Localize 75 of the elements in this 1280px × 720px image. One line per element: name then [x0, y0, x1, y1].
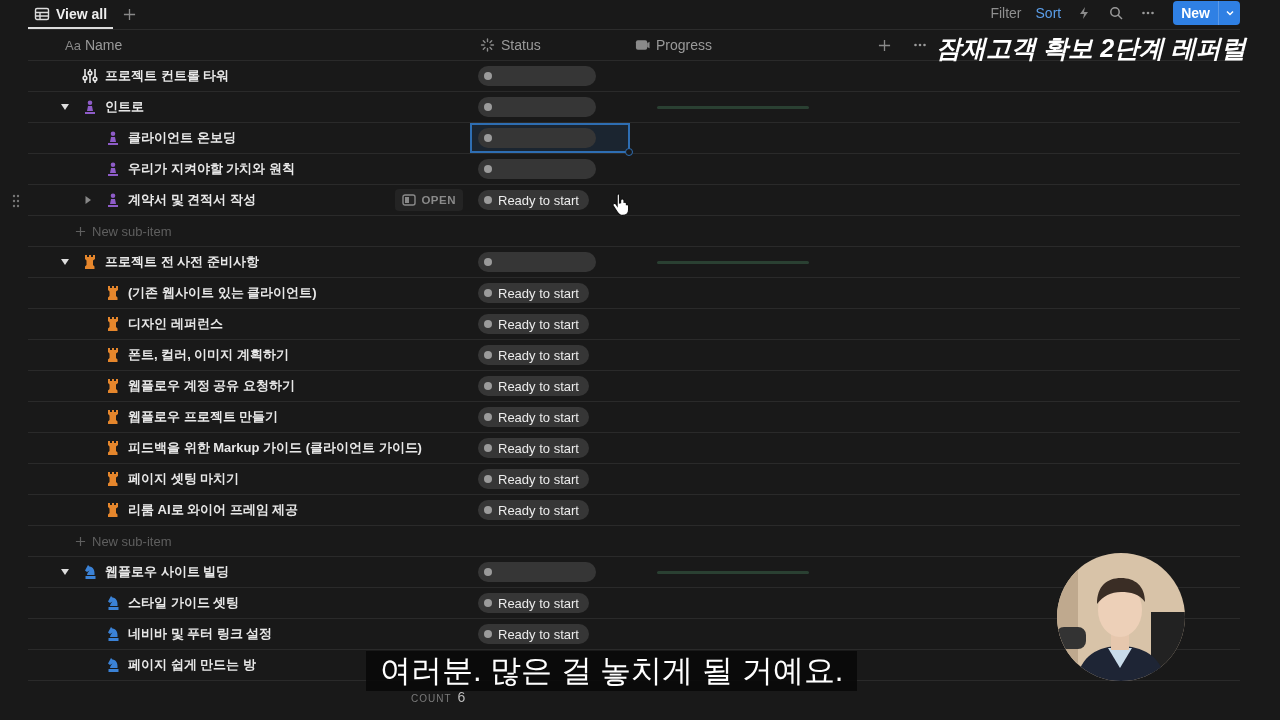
open-button[interactable]: OPEN — [395, 189, 463, 211]
add-column-icon[interactable] — [878, 38, 892, 52]
new-dropdown-button[interactable] — [1218, 0, 1240, 25]
status-pill[interactable]: Ready to start — [478, 593, 589, 613]
status-cell[interactable]: Ready to start — [470, 340, 630, 370]
status-pill[interactable]: Ready to start — [478, 283, 589, 303]
subtitle-caption: 여러분. 많은 걸 놓치게 될 거예요. — [366, 651, 858, 691]
search-icon[interactable] — [1109, 5, 1124, 20]
item-name[interactable]: 페이지 셋팅 마치기 — [128, 470, 240, 488]
item-name[interactable]: 웹플로우 계정 공유 요청하기 — [128, 377, 295, 395]
item-name[interactable]: 리룸 AI로 와이어 프레임 제공 — [128, 501, 299, 519]
add-view-icon[interactable] — [123, 8, 137, 21]
item-name[interactable]: 인트로 — [105, 98, 144, 116]
item-name[interactable]: 프로젝트 전 사전 준비사항 — [105, 253, 259, 271]
toggle-icon[interactable] — [60, 567, 70, 577]
status-cell[interactable]: Ready to start — [470, 619, 630, 649]
new-button[interactable]: New — [1173, 0, 1218, 25]
status-pill[interactable] — [478, 97, 596, 117]
item-name[interactable]: 디자인 레퍼런스 — [128, 315, 223, 333]
status-cell[interactable]: Ready to start — [470, 588, 630, 618]
status-cell[interactable]: Ready to start — [470, 309, 630, 339]
item-name[interactable]: (기존 웹사이트 있는 클라이언트) — [128, 284, 317, 302]
status-icon — [480, 38, 495, 52]
item-name[interactable]: 페이지 쉽게 만드는 방 — [128, 656, 256, 674]
column-header[interactable]: Status — [501, 37, 541, 53]
item-name[interactable]: 스타일 가이드 셋팅 — [128, 594, 240, 612]
status-pill[interactable]: Ready to start — [478, 376, 589, 396]
toggle-icon[interactable] — [60, 102, 70, 112]
count-value: 6 — [457, 689, 466, 705]
item-name[interactable]: 우리가 지켜야할 가치와 원칙 — [128, 160, 295, 178]
status-cell[interactable]: Ready to start — [470, 278, 630, 308]
status-cell[interactable]: Ready to start — [470, 495, 630, 525]
status-cell[interactable]: Ready to start — [470, 402, 630, 432]
text-property-icon: Aa — [65, 37, 81, 53]
status-pill[interactable] — [478, 66, 596, 86]
item-name[interactable]: 웹플로우 사이트 빌딩 — [105, 563, 230, 581]
item-name[interactable]: 웹플로우 프로젝트 만들기 — [128, 408, 279, 426]
status-pill[interactable]: Ready to start — [478, 469, 589, 489]
status-pill[interactable]: Ready to start — [478, 624, 589, 644]
plus-icon — [75, 225, 86, 237]
status-pill[interactable] — [478, 562, 596, 582]
item-name[interactable]: 프로젝트 컨트롤 타워 — [105, 67, 230, 85]
toggle-icon[interactable] — [83, 195, 93, 205]
status-pill[interactable]: Ready to start — [478, 438, 589, 458]
status-pill[interactable] — [478, 128, 596, 148]
item-name[interactable]: 클라이언트 온보딩 — [128, 129, 236, 147]
item-name[interactable]: 피드백을 위한 Markup 가이드 (클라이언트 가이드) — [128, 439, 422, 457]
item-name[interactable]: 네비바 및 푸터 링크 설정 — [128, 625, 273, 643]
plus-icon — [75, 535, 86, 547]
status-cell[interactable]: Ready to start — [470, 433, 630, 463]
status-pill[interactable]: Ready to start — [478, 314, 589, 334]
status-pill[interactable] — [478, 159, 596, 179]
status-pill[interactable] — [478, 252, 596, 272]
progress-icon — [635, 38, 650, 52]
status-pill[interactable]: Ready to start — [478, 500, 589, 520]
filter-button[interactable]: Filter — [988, 4, 1024, 21]
status-cell[interactable]: Ready to start — [470, 371, 630, 401]
toggle-icon[interactable] — [60, 257, 70, 267]
status-pill[interactable]: Ready to start — [478, 190, 589, 210]
item-name[interactable]: 계약서 및 견적서 작성 — [128, 191, 256, 209]
status-cell[interactable]: Ready to start — [470, 464, 630, 494]
status-cell[interactable] — [470, 123, 630, 153]
column-header[interactable]: Progress — [656, 37, 713, 53]
table-icon — [34, 5, 50, 22]
item-name[interactable]: 폰트, 컬러, 이미지 계획하기 — [128, 346, 290, 364]
count-label: COUNT — [411, 693, 452, 704]
video-title-caption: 잠재고객 확보 2단계 레퍼럴 — [936, 33, 1246, 64]
sort-button[interactable]: Sort — [1033, 4, 1064, 21]
panel-icon — [402, 194, 417, 206]
column-header[interactable]: Name — [84, 37, 123, 53]
status-pill[interactable]: Ready to start — [478, 407, 589, 427]
status-pill[interactable]: Ready to start — [478, 345, 589, 365]
cell-handle[interactable] — [625, 148, 633, 156]
view-tab[interactable]: View all — [28, 0, 114, 29]
drag-handle-icon[interactable] — [12, 194, 20, 208]
